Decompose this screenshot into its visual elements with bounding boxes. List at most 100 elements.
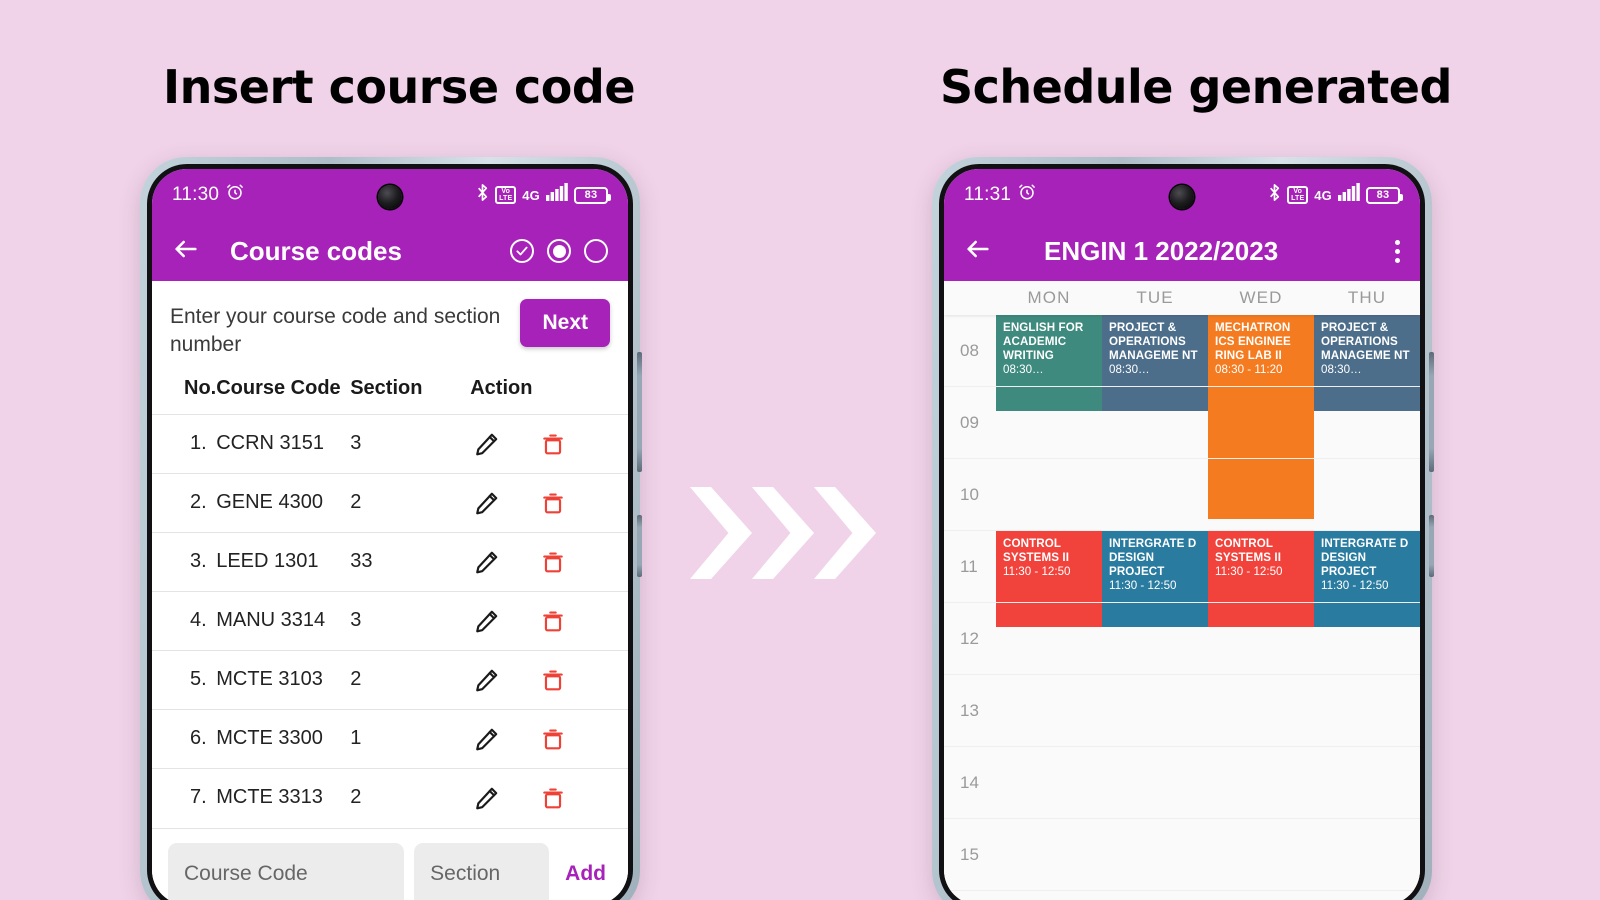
network-type-label: 4G — [1314, 187, 1332, 203]
battery-icon: 83 — [1366, 186, 1403, 204]
cell-no: 6. — [152, 708, 217, 769]
battery-icon: 83 — [574, 186, 611, 204]
cell-code: MCTE 3103 — [216, 649, 351, 710]
pencil-icon[interactable] — [474, 726, 500, 752]
trash-icon[interactable] — [540, 549, 566, 575]
alarm-icon — [226, 183, 244, 207]
battery-level: 83 — [1376, 189, 1390, 201]
hour-row-09: 09 — [944, 387, 1420, 459]
more-vertical-icon[interactable] — [1395, 239, 1400, 263]
volume-button-right[interactable] — [1429, 352, 1434, 472]
cell-action — [470, 708, 628, 769]
step-upcoming-icon[interactable] — [584, 239, 608, 263]
pencil-icon[interactable] — [474, 490, 500, 516]
table-row: 1. CCRN 3151 3 — [152, 413, 628, 474]
chevron-right-icon — [690, 487, 752, 579]
pencil-icon[interactable] — [474, 549, 500, 575]
cell-section: 2 — [350, 767, 471, 827]
table-row: 2. GENE 4300 2 — [152, 472, 628, 533]
back-arrow-icon[interactable] — [172, 235, 200, 268]
cell-no: 7. — [152, 767, 217, 827]
volte-top: Vo — [1293, 188, 1303, 195]
pencil-icon[interactable] — [474, 431, 500, 457]
pencil-icon[interactable] — [474, 667, 500, 693]
section-input[interactable]: Section — [414, 843, 550, 900]
cell-code: MCTE 3300 — [216, 708, 351, 769]
phone-mockup-left: 11:30 Vo LTE 4G 83 Course codes Enter yo… — [140, 157, 642, 900]
app-bar-title: ENGIN 1 2022/2023 — [1044, 235, 1279, 266]
cell-code: CCRN 3151 — [216, 413, 351, 474]
hour-label-13: 13 — [960, 700, 979, 720]
cell-no: 4. — [152, 590, 217, 651]
bluetooth-icon — [476, 183, 489, 208]
day-label-mon: MON — [1027, 288, 1071, 307]
course-code-input[interactable]: Course Code — [168, 843, 405, 900]
screen-left: 11:30 Vo LTE 4G 83 Course codes Enter yo… — [152, 169, 628, 900]
app-bar-title: Course codes — [230, 235, 402, 266]
volte-icon: Vo LTE — [495, 186, 517, 204]
power-button-right[interactable] — [1429, 515, 1434, 577]
cell-no: 3. — [152, 531, 217, 592]
hour-row-11: 11 — [944, 531, 1420, 603]
table-body: 1. CCRN 3151 3 2. GENE 4300 2 3. LEED 1301 33 4. M… — [152, 413, 628, 827]
alarm-icon — [1018, 183, 1036, 207]
cell-action — [470, 767, 628, 827]
pencil-icon[interactable] — [474, 785, 500, 811]
screen-right: 11:31 Vo LTE 4G 83 ENGIN 1 2022/2023 MON… — [944, 169, 1420, 900]
volte-bottom: LTE — [1291, 195, 1305, 202]
column-header-section: Section — [350, 376, 423, 399]
hour-label-14: 14 — [960, 772, 979, 792]
front-camera-punch-hole — [1170, 185, 1194, 209]
cell-no: 2. — [152, 472, 217, 533]
table-row: 6. MCTE 3300 1 — [152, 708, 628, 769]
add-course-bar: Course Code Section Add — [152, 828, 628, 900]
back-arrow-icon[interactable] — [964, 235, 992, 268]
trash-icon[interactable] — [540, 490, 566, 516]
day-header-row: MON TUE WED THU — [944, 281, 1420, 315]
schedule-grid: ENGLISH FOR ACADEMIC WRITING 08:30… PROJEC… — [944, 315, 1420, 900]
trash-icon[interactable] — [540, 431, 566, 457]
add-button[interactable]: Add — [559, 862, 612, 886]
app-bar-left: Course codes — [152, 221, 628, 281]
cell-code: MCTE 3313 — [216, 767, 351, 827]
volte-icon: Vo LTE — [1287, 186, 1309, 204]
step-complete-icon[interactable] — [510, 239, 534, 263]
cell-section: 2 — [350, 649, 471, 710]
column-header-no: No. — [184, 376, 217, 399]
trash-icon[interactable] — [540, 667, 566, 693]
battery-level: 83 — [584, 189, 598, 201]
trash-icon[interactable] — [540, 608, 566, 634]
hour-label-10: 10 — [960, 484, 979, 504]
phone-bezel-right: 11:31 Vo LTE 4G 83 ENGIN 1 2022/2023 MON… — [939, 164, 1425, 900]
volte-top: Vo — [501, 188, 511, 195]
phone-bezel-left: 11:30 Vo LTE 4G 83 Course codes Enter yo… — [147, 164, 633, 900]
hour-row-13: 13 — [944, 675, 1420, 747]
next-button[interactable]: Next — [520, 299, 610, 347]
trash-icon[interactable] — [540, 726, 566, 752]
page-title-right: Schedule generated — [940, 60, 1452, 114]
volume-button-left[interactable] — [637, 352, 642, 472]
step-indicator — [510, 239, 608, 263]
column-header-action: Action — [470, 376, 533, 399]
table-row: 5. MCTE 3103 2 — [152, 649, 628, 710]
cell-code: MANU 3314 — [216, 590, 351, 651]
pencil-icon[interactable] — [474, 608, 500, 634]
status-time: 11:31 — [964, 184, 1012, 205]
table-row: 7. MCTE 3313 2 — [152, 767, 628, 827]
step-current-icon[interactable] — [547, 239, 571, 263]
power-button-left[interactable] — [637, 515, 642, 577]
chevron-right-icon — [814, 487, 876, 579]
cell-no: 5. — [152, 649, 217, 710]
hour-label-09: 09 — [960, 412, 979, 432]
hour-label-12: 12 — [960, 628, 979, 648]
hour-row-12: 12 — [944, 603, 1420, 675]
cell-section: 2 — [350, 472, 471, 533]
hour-row-14: 14 — [944, 747, 1420, 819]
cell-no: 1. — [152, 413, 217, 474]
hour-row-10: 10 — [944, 459, 1420, 531]
instruction-text: Enter your course code and section numbe… — [170, 305, 501, 356]
table-header: No. Course Code Section Action — [152, 373, 628, 415]
transition-arrows — [690, 487, 876, 579]
cell-section: 33 — [350, 531, 471, 592]
trash-icon[interactable] — [540, 785, 566, 811]
